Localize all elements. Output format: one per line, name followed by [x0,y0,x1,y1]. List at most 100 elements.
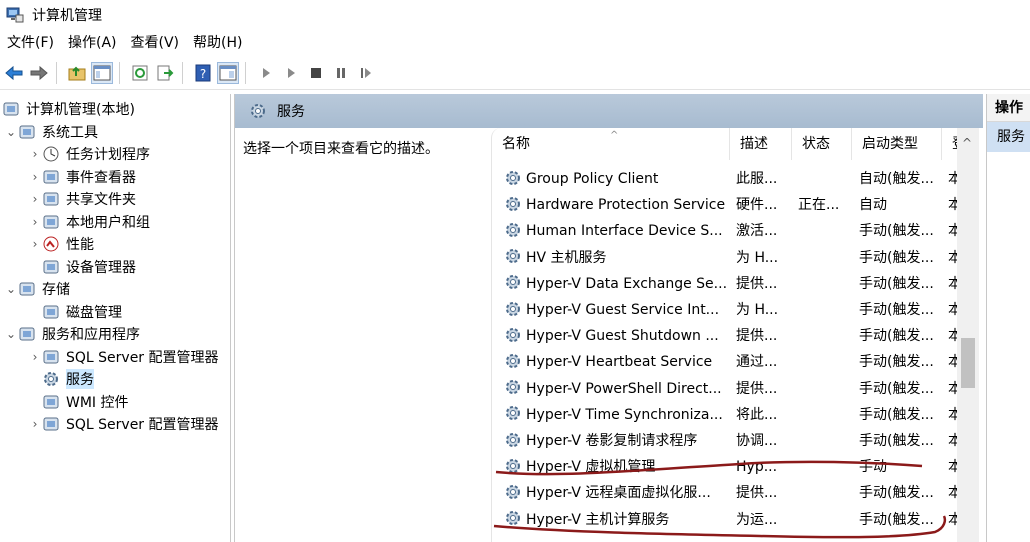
properties-icon[interactable] [217,61,239,84]
service-name-text: Hardware Protection Service [526,197,726,214]
table-row[interactable]: Hyper-V Guest Service Int... 为 H... 手动(触发.… [492,297,962,323]
tree-expander-icon[interactable]: ⌄ [4,125,18,139]
tree-item[interactable]: › SQL Server 配置管理器 [28,413,219,435]
tree-item[interactable]: › 事件查看器 [28,166,136,188]
tree-expander-icon[interactable]: › [28,350,42,364]
gear-icon [42,370,60,388]
menu-file[interactable]: 文件(F) [0,30,61,56]
stop-icon[interactable] [305,62,327,84]
tree-expander-icon[interactable]: ⌄ [4,327,18,341]
service-startup-type: 手动(触发... [859,302,934,318]
tree-expander-icon[interactable]: ⌄ [4,282,18,296]
service-status [798,507,850,533]
tree-expander-icon[interactable]: › [28,237,42,251]
tree-item[interactable]: 服务 [28,368,94,390]
service-gear-icon [504,169,522,187]
tree-item[interactable]: 设备管理器 [28,256,136,278]
tree-item[interactable]: › 本地用户和组 [28,211,150,233]
service-description-cell: 硬件... [736,197,778,214]
help-icon[interactable]: ? [192,62,214,84]
table-row[interactable]: Hyper-V Data Exchange Se... 提供... 手动(触发...… [492,271,962,297]
service-status [798,297,850,323]
tree-expander-icon[interactable]: › [28,192,42,206]
back-arrow-icon[interactable] [3,62,25,84]
service-description-cell: Hyp... [736,459,778,476]
column-header-description[interactable]: 描述 [730,128,792,160]
service-gear-icon [504,195,522,213]
menu-view[interactable]: 查看(V) [124,30,187,56]
up-folder-icon[interactable] [66,62,88,84]
scroll-up-icon[interactable]: ^ [962,136,972,150]
tree-expander-icon[interactable]: › [28,417,42,431]
table-row[interactable]: Hyper-V Time Synchroniza... 将此... 手动(触发...… [492,402,962,428]
table-row[interactable]: Hyper-V 主机计算服务 为运... 手动(触发... 本 [492,507,962,533]
table-row[interactable]: Hyper-V Guest Shutdown ... 提供... 手动(触发... 本 [492,323,962,349]
panel-title: 服务 [277,104,305,120]
tree-item[interactable]: ⌄ 存储 [4,278,70,300]
menu-action[interactable]: 操作(A) [61,30,124,56]
play-alt-icon[interactable] [280,62,302,84]
tree-item[interactable]: WMI 控件 [28,391,129,413]
actions-item-services[interactable]: 服务 [987,122,1030,152]
menu-help[interactable]: 帮助(H) [186,30,249,56]
tree-item[interactable]: › 共享文件夹 [28,188,136,210]
restart-icon[interactable] [355,62,377,84]
table-row[interactable]: Hyper-V 虚拟机管理 Hyp... 手动本 [492,454,962,480]
column-header-startup-type[interactable]: 启动类型 [852,128,942,160]
tree-item-label: 服务和应用程序 [42,327,140,343]
service-name-text: Group Policy Client [526,171,659,187]
table-row[interactable]: HV 主机服务为 H... 手动(触发... 本 [492,245,962,271]
service-gear-icon [504,378,522,396]
show-hide-tree-icon[interactable] [91,61,113,84]
service-name-text: Hyper-V 虚拟机管理 [526,459,656,476]
service-startup-type: 手动(触发... [859,328,934,345]
storage-icon [18,280,36,298]
tree-item[interactable]: › SQL Server 配置管理器 [28,346,219,368]
export-list-icon[interactable] [154,62,176,84]
service-name-text: Human Interface Device S... [526,223,723,240]
service-description-cell: 协调... [736,433,778,449]
service-name: HV 主机服务 [504,245,726,271]
pause-icon[interactable] [330,62,352,84]
table-row[interactable]: Group Policy Client 此服... 自动(触发... 本 [492,166,962,192]
tree-item[interactable]: 磁盘管理 [28,301,122,323]
gear-icon [249,102,267,120]
clock-icon [42,145,60,163]
service-name: Hyper-V 主机计算服务 [504,507,726,533]
column-header-status[interactable]: 状态 [792,128,852,160]
wmi-icon [42,393,60,411]
vertical-scrollbar[interactable]: ^ [957,128,979,542]
tree-item[interactable]: › 任务计划程序 [28,143,150,165]
table-row[interactable]: Hyper-V 远程桌面虚拟化服... 提供... 手动(触发... 本 [492,480,962,506]
table-row[interactable]: Hyper-V PowerShell Direct... 提供... 手动(触发..… [492,376,962,402]
service-name: Hyper-V Data Exchange Se... [504,271,726,297]
tree-expander-icon[interactable]: › [28,215,42,229]
table-row[interactable]: Human Interface Device S... 激活... 手动(触发...… [492,218,962,244]
column-header-name[interactable]: 名称 ^ [492,128,730,160]
scrollbar-thumb[interactable] [961,338,975,388]
service-startup-type: 手动(触发... [859,223,934,240]
table-row[interactable]: Hyper-V 卷影复制请求程序 协调... 手动(触发... 本 [492,428,962,454]
service-name-text: Hyper-V Time Synchroniza... [526,406,723,423]
table-row[interactable]: Hardware Protection Service 硬件... 正在... 自动本 [492,192,962,218]
play-icon[interactable] [255,62,277,84]
table-row[interactable]: Hyper-V Heartbeat Service 通过... 手动(触发... 本 [492,349,962,375]
service-description-cell: 提供... [736,380,778,397]
service-name: Hyper-V Guest Shutdown ... [504,323,726,349]
tree-expander-icon[interactable]: › [28,170,42,184]
service-name-text: Hyper-V 远程桌面虚拟化服... [526,485,711,502]
tree-item[interactable]: › 性能 [28,233,94,255]
service-name-text: Hyper-V Guest Shutdown ... [526,328,719,345]
tree-expander-icon[interactable]: › [28,147,42,161]
tree-item[interactable]: 计算机管理(本地) [2,98,135,120]
tree-item-label: 设备管理器 [66,259,136,276]
tree-item[interactable]: ⌄ 服务和应用程序 [4,323,140,345]
service-name-text: Hyper-V 卷影复制请求程序 [526,433,698,449]
refresh-icon[interactable] [129,62,151,84]
service-name: Hyper-V 虚拟机管理 [504,454,726,480]
device-manager-icon [42,258,60,276]
tree-item[interactable]: ⌄ 系统工具 [4,121,98,143]
forward-arrow-icon[interactable] [28,62,50,84]
toolbar: ? [0,56,1030,90]
service-gear-icon [504,431,522,449]
